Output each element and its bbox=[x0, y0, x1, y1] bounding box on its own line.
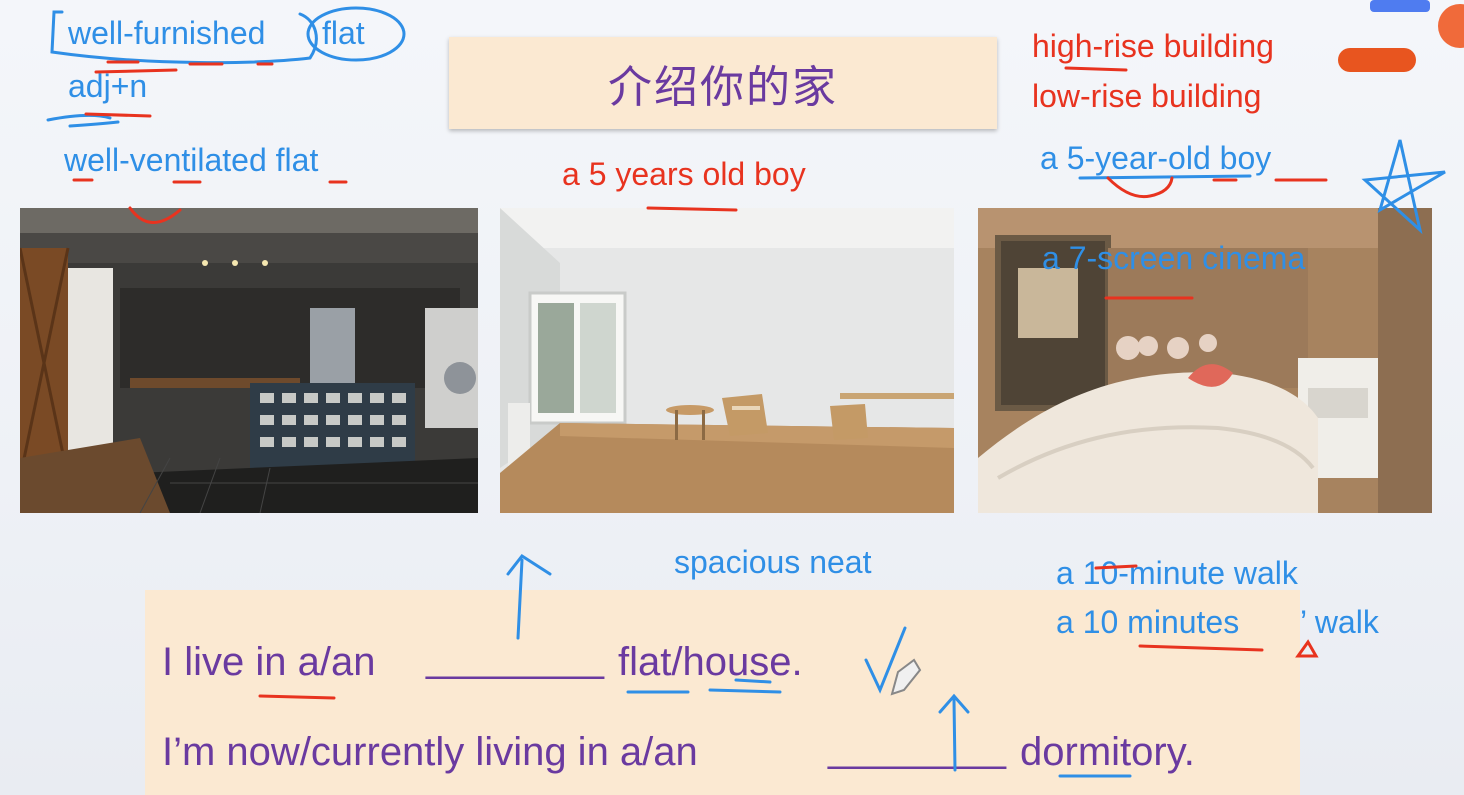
blue-underline-flat-ink bbox=[626, 678, 782, 694]
blue-underline-year-old-ink bbox=[1078, 174, 1252, 180]
red-highlight-blob bbox=[1338, 48, 1416, 72]
red-underline-year-old-ink bbox=[1106, 176, 1328, 199]
red-underline-ventilated-ink bbox=[72, 178, 348, 184]
corner-toolbar-blue bbox=[1370, 0, 1430, 12]
corner-toolbar-orange bbox=[1438, 4, 1464, 48]
blue-star-ink bbox=[1361, 139, 1446, 235]
red-underline-years-ink bbox=[646, 206, 738, 212]
blue-arrow-photo-ink bbox=[506, 553, 552, 640]
blue-arrow-dorm-ink bbox=[938, 693, 970, 772]
blue-underline-adj-ink bbox=[46, 113, 120, 128]
red-curve-ventilated-ink bbox=[128, 206, 182, 224]
slide-screen: { "slide": { "title": "介绍你的家" }, "notes"… bbox=[0, 0, 1464, 795]
red-underline-high-rise-ink bbox=[1064, 66, 1128, 72]
red-underline-adj-ink bbox=[84, 68, 178, 118]
red-triangle-ink bbox=[1295, 639, 1319, 658]
red-underline-in-a-ink bbox=[258, 694, 336, 700]
blue-bracket-ink bbox=[50, 10, 318, 65]
red-underline-minutes-ink bbox=[1138, 644, 1264, 652]
blue-circle-flat-ink bbox=[306, 6, 406, 62]
red-underline-minute-ink bbox=[1094, 564, 1138, 570]
pen-cursor-icon bbox=[890, 658, 922, 696]
ink-annotations bbox=[46, 0, 1464, 778]
